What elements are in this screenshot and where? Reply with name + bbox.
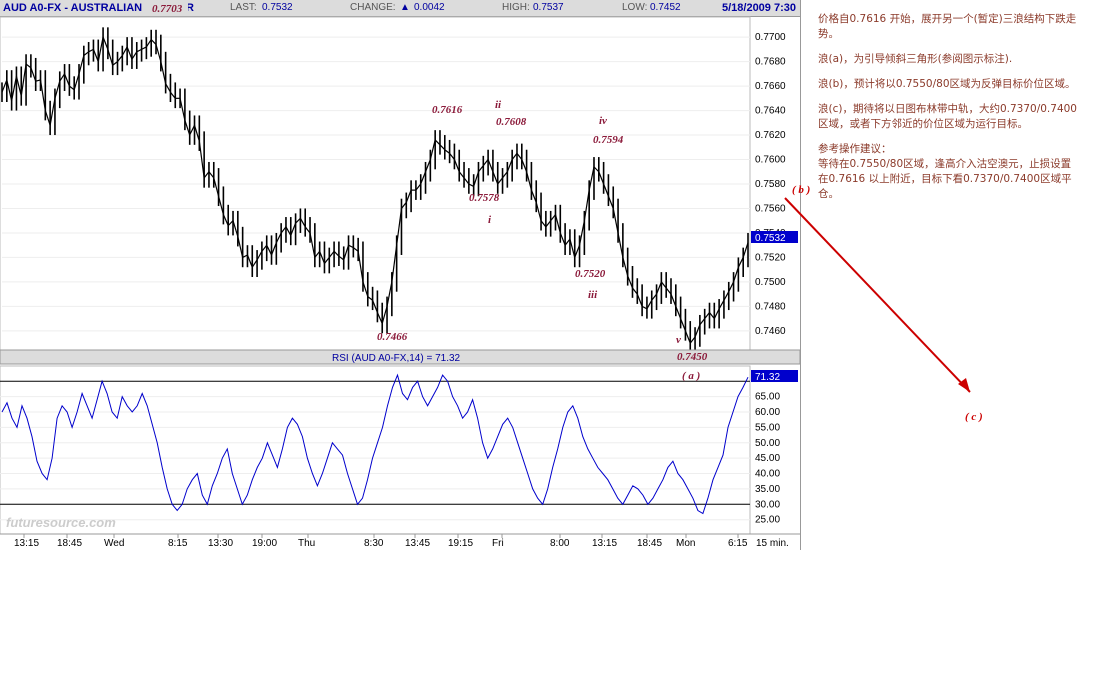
- wave-label: i: [488, 214, 492, 226]
- time-tick-label: Mon: [676, 538, 695, 549]
- wave-label: ( b ): [792, 184, 810, 196]
- rsi-series: [1, 373, 749, 515]
- analysis-notes: 价格自0.7616 开始，展开另一个(暂定)三浪结构下跌走势。 浪(a)，为引导…: [818, 12, 1080, 212]
- note-2: 浪(a)，为引导倾斜三角形(参阅图示标注).: [818, 53, 1013, 65]
- price-tick-label: 0.7700: [755, 32, 786, 43]
- rsi-tick-label: 60.00: [755, 407, 780, 418]
- wave-label: iv: [599, 115, 607, 127]
- wave-label: 0.7520: [575, 268, 606, 280]
- wave-label: 0.7616: [432, 104, 463, 116]
- wave-label: 0.7466: [377, 331, 408, 343]
- price-series: [1, 27, 749, 353]
- note-3: 浪(b)，预计将以0.7550/80区域为反弹目标价位区域。: [818, 78, 1076, 90]
- price-tick-label: 0.7640: [755, 106, 786, 117]
- time-tick-label: 18:45: [57, 538, 82, 549]
- time-tick-label: 13:45: [405, 538, 430, 549]
- time-tick-label: Fri: [492, 538, 504, 549]
- rsi-tick-label: 65.00: [755, 392, 780, 403]
- price-tick-label: 0.7560: [755, 203, 786, 214]
- time-tick-label: 19:00: [252, 538, 277, 549]
- rsi-title: RSI (AUD A0-FX,14) = 71.32: [332, 353, 461, 364]
- price-tick-label: 0.7500: [755, 277, 786, 288]
- wave-label: ii: [495, 99, 502, 111]
- wave-label: 0.7703: [152, 3, 183, 15]
- rsi-tick-label: 30.00: [755, 499, 780, 510]
- time-tick-label: 8:30: [364, 538, 384, 549]
- price-tick-label: 0.7620: [755, 130, 786, 141]
- rsi-tick-label: 35.00: [755, 484, 780, 495]
- rsi-tick-label: 25.00: [755, 515, 780, 526]
- time-tick-label: Thu: [298, 538, 315, 549]
- price-tick-label: 0.7480: [755, 301, 786, 312]
- time-axis: 13:15 18:45 Wed 8:15 13:30 19:00 Thu 8:30 13:45 1…: [14, 534, 748, 549]
- last-price-label: 0.7532: [755, 233, 786, 244]
- wave-label: ( a ): [682, 370, 700, 382]
- time-tick-label: Wed: [104, 538, 124, 549]
- watermark: futuresource.com: [6, 515, 116, 530]
- time-tick-label: 13:15: [14, 538, 39, 549]
- projection-arrow: [784, 197, 971, 393]
- rsi-axis: 65.00 60.00 55.00 50.00 45.00 40.00 35.00 30.00…: [755, 392, 780, 526]
- time-tick-label: 18:45: [637, 538, 662, 549]
- last-rsi-label: 71.32: [755, 372, 780, 383]
- time-tick-label: 19:15: [448, 538, 473, 549]
- rsi-tick-label: 50.00: [755, 438, 780, 449]
- note-5: 参考操作建议： 等待在0.7550/80区域，逢高介入沽空澳元，止损设置在0.7…: [818, 143, 1072, 200]
- price-tick-label: 0.7600: [755, 155, 786, 166]
- time-tick-label: 13:15: [592, 538, 617, 549]
- wave-label: 0.7608: [496, 116, 527, 128]
- time-tick-label: 8:00: [550, 538, 570, 549]
- price-tick-label: 0.7680: [755, 57, 786, 68]
- wave-label: 0.7578: [469, 192, 500, 204]
- wave-label: iii: [588, 289, 598, 301]
- interval-label: 15 min.: [756, 538, 789, 549]
- note-4: 浪(c)，期待将以日图布林带中轨，大约0.7370/0.7400区域，或者下方邻…: [818, 103, 1077, 130]
- price-tick-label: 0.7520: [755, 252, 786, 263]
- wave-label: v: [676, 334, 681, 346]
- wave-label: ( c ): [965, 411, 983, 423]
- price-tick-label: 0.7660: [755, 81, 786, 92]
- time-tick-label: 13:30: [208, 538, 233, 549]
- price-tick-label: 0.7460: [755, 326, 786, 337]
- wave-label: 0.7594: [593, 134, 624, 146]
- price-axis: 0.7700 0.7680 0.7660 0.7640 0.7620 0.7600 0.75…: [755, 32, 786, 337]
- price-tick-label: 0.7580: [755, 179, 786, 190]
- rsi-tick-label: 40.00: [755, 469, 780, 480]
- rsi-tick-label: 45.00: [755, 453, 780, 464]
- time-tick-label: 8:15: [168, 538, 188, 549]
- note-1: 价格自0.7616 开始，展开另一个(暂定)三浪结构下跌走势。: [818, 13, 1077, 40]
- wave-label: 0.7450: [677, 351, 708, 363]
- rsi-tick-label: 55.00: [755, 422, 780, 433]
- time-tick-label: 6:15: [728, 538, 748, 549]
